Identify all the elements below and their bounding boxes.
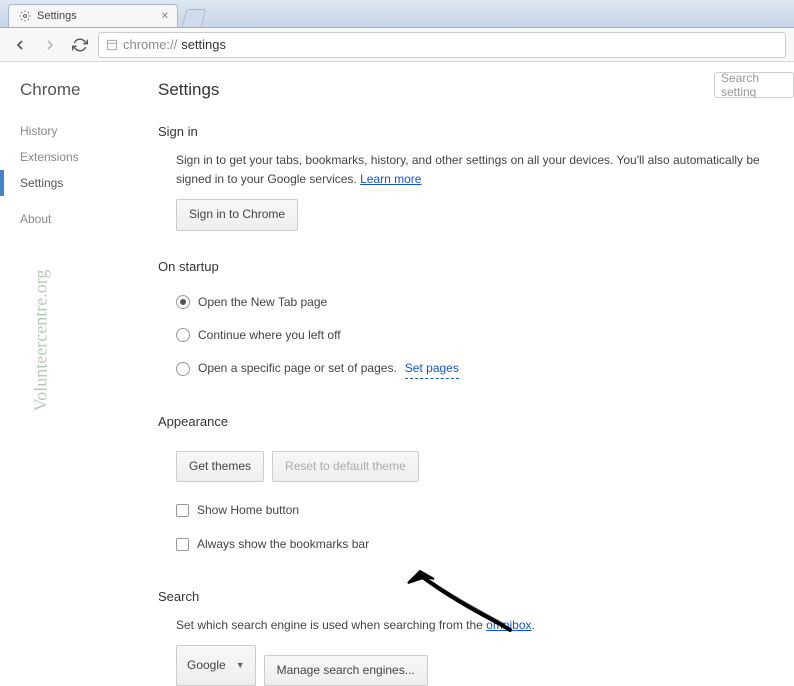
url-scheme: chrome:// — [123, 37, 177, 52]
startup-option-continue[interactable]: Continue where you left off — [176, 319, 784, 352]
show-home-checkbox-row[interactable]: Show Home button — [176, 494, 784, 527]
chevron-down-icon: ▼ — [236, 658, 245, 672]
sidebar-item-extensions[interactable]: Extensions — [20, 144, 150, 170]
gear-icon — [19, 10, 31, 22]
page-title: Settings — [158, 80, 784, 100]
checkbox-icon — [176, 538, 189, 551]
startup-option-newtab[interactable]: Open the New Tab page — [176, 286, 784, 319]
section-startup: On startup Open the New Tab page Continu… — [158, 259, 784, 387]
reset-theme-button[interactable]: Reset to default theme — [272, 451, 419, 482]
browser-nav-bar: chrome:// settings — [0, 28, 794, 62]
tab-title: Settings — [37, 10, 77, 22]
startup-option-label: Open the New Tab page — [198, 293, 327, 312]
signin-description: Sign in to get your tabs, bookmarks, his… — [176, 153, 760, 186]
radio-icon — [176, 295, 190, 309]
show-home-label: Show Home button — [197, 501, 299, 520]
page-icon — [105, 38, 119, 52]
startup-option-specific[interactable]: Open a specific page or set of pages. Se… — [176, 352, 784, 386]
search-description: Set which search engine is used when sea… — [176, 618, 486, 632]
manage-search-engines-button[interactable]: Manage search engines... — [264, 655, 428, 686]
browser-tab-settings[interactable]: Settings ✕ — [8, 4, 178, 27]
browser-tab-bar: Settings ✕ — [0, 0, 794, 28]
sidebar-item-history[interactable]: History — [20, 118, 150, 144]
signin-button[interactable]: Sign in to Chrome — [176, 199, 298, 230]
search-engine-dropdown[interactable]: Google ▼ — [176, 645, 256, 686]
settings-main: Settings Search setting Sign in Sign in … — [150, 62, 794, 686]
search-title: Search — [158, 589, 784, 604]
signin-title: Sign in — [158, 124, 784, 139]
search-engine-value: Google — [187, 656, 226, 675]
forward-button[interactable] — [38, 33, 62, 57]
startup-option-label: Continue where you left off — [198, 326, 341, 345]
radio-icon — [176, 362, 190, 376]
get-themes-button[interactable]: Get themes — [176, 451, 264, 482]
address-bar[interactable]: chrome:// settings — [98, 32, 786, 58]
section-signin: Sign in Sign in to get your tabs, bookma… — [158, 124, 784, 231]
section-appearance: Appearance Get themes Reset to default t… — [158, 414, 784, 561]
set-pages-link[interactable]: Set pages — [405, 359, 459, 379]
sidebar-item-about[interactable]: About — [20, 206, 150, 232]
settings-sidebar: Chrome History Extensions Settings About — [0, 62, 150, 686]
appearance-title: Appearance — [158, 414, 784, 429]
startup-title: On startup — [158, 259, 784, 274]
back-button[interactable] — [8, 33, 32, 57]
startup-option-label: Open a specific page or set of pages. — [198, 359, 397, 378]
new-tab-button[interactable] — [182, 9, 207, 27]
search-placeholder: Search setting — [721, 72, 787, 98]
signin-learn-more-link[interactable]: Learn more — [360, 172, 421, 186]
radio-icon — [176, 328, 190, 342]
reload-button[interactable] — [68, 33, 92, 57]
omnibox-link[interactable]: omnibox — [486, 618, 531, 632]
settings-search-input[interactable]: Search setting — [714, 72, 794, 98]
show-bookmarks-label: Always show the bookmarks bar — [197, 535, 369, 554]
show-bookmarks-checkbox-row[interactable]: Always show the bookmarks bar — [176, 528, 784, 561]
close-icon[interactable]: ✕ — [161, 11, 169, 22]
url-path: settings — [181, 37, 226, 52]
checkbox-icon — [176, 504, 189, 517]
section-search: Search Set which search engine is used w… — [158, 589, 784, 686]
sidebar-item-settings[interactable]: Settings — [0, 170, 150, 196]
sidebar-title: Chrome — [20, 80, 150, 100]
